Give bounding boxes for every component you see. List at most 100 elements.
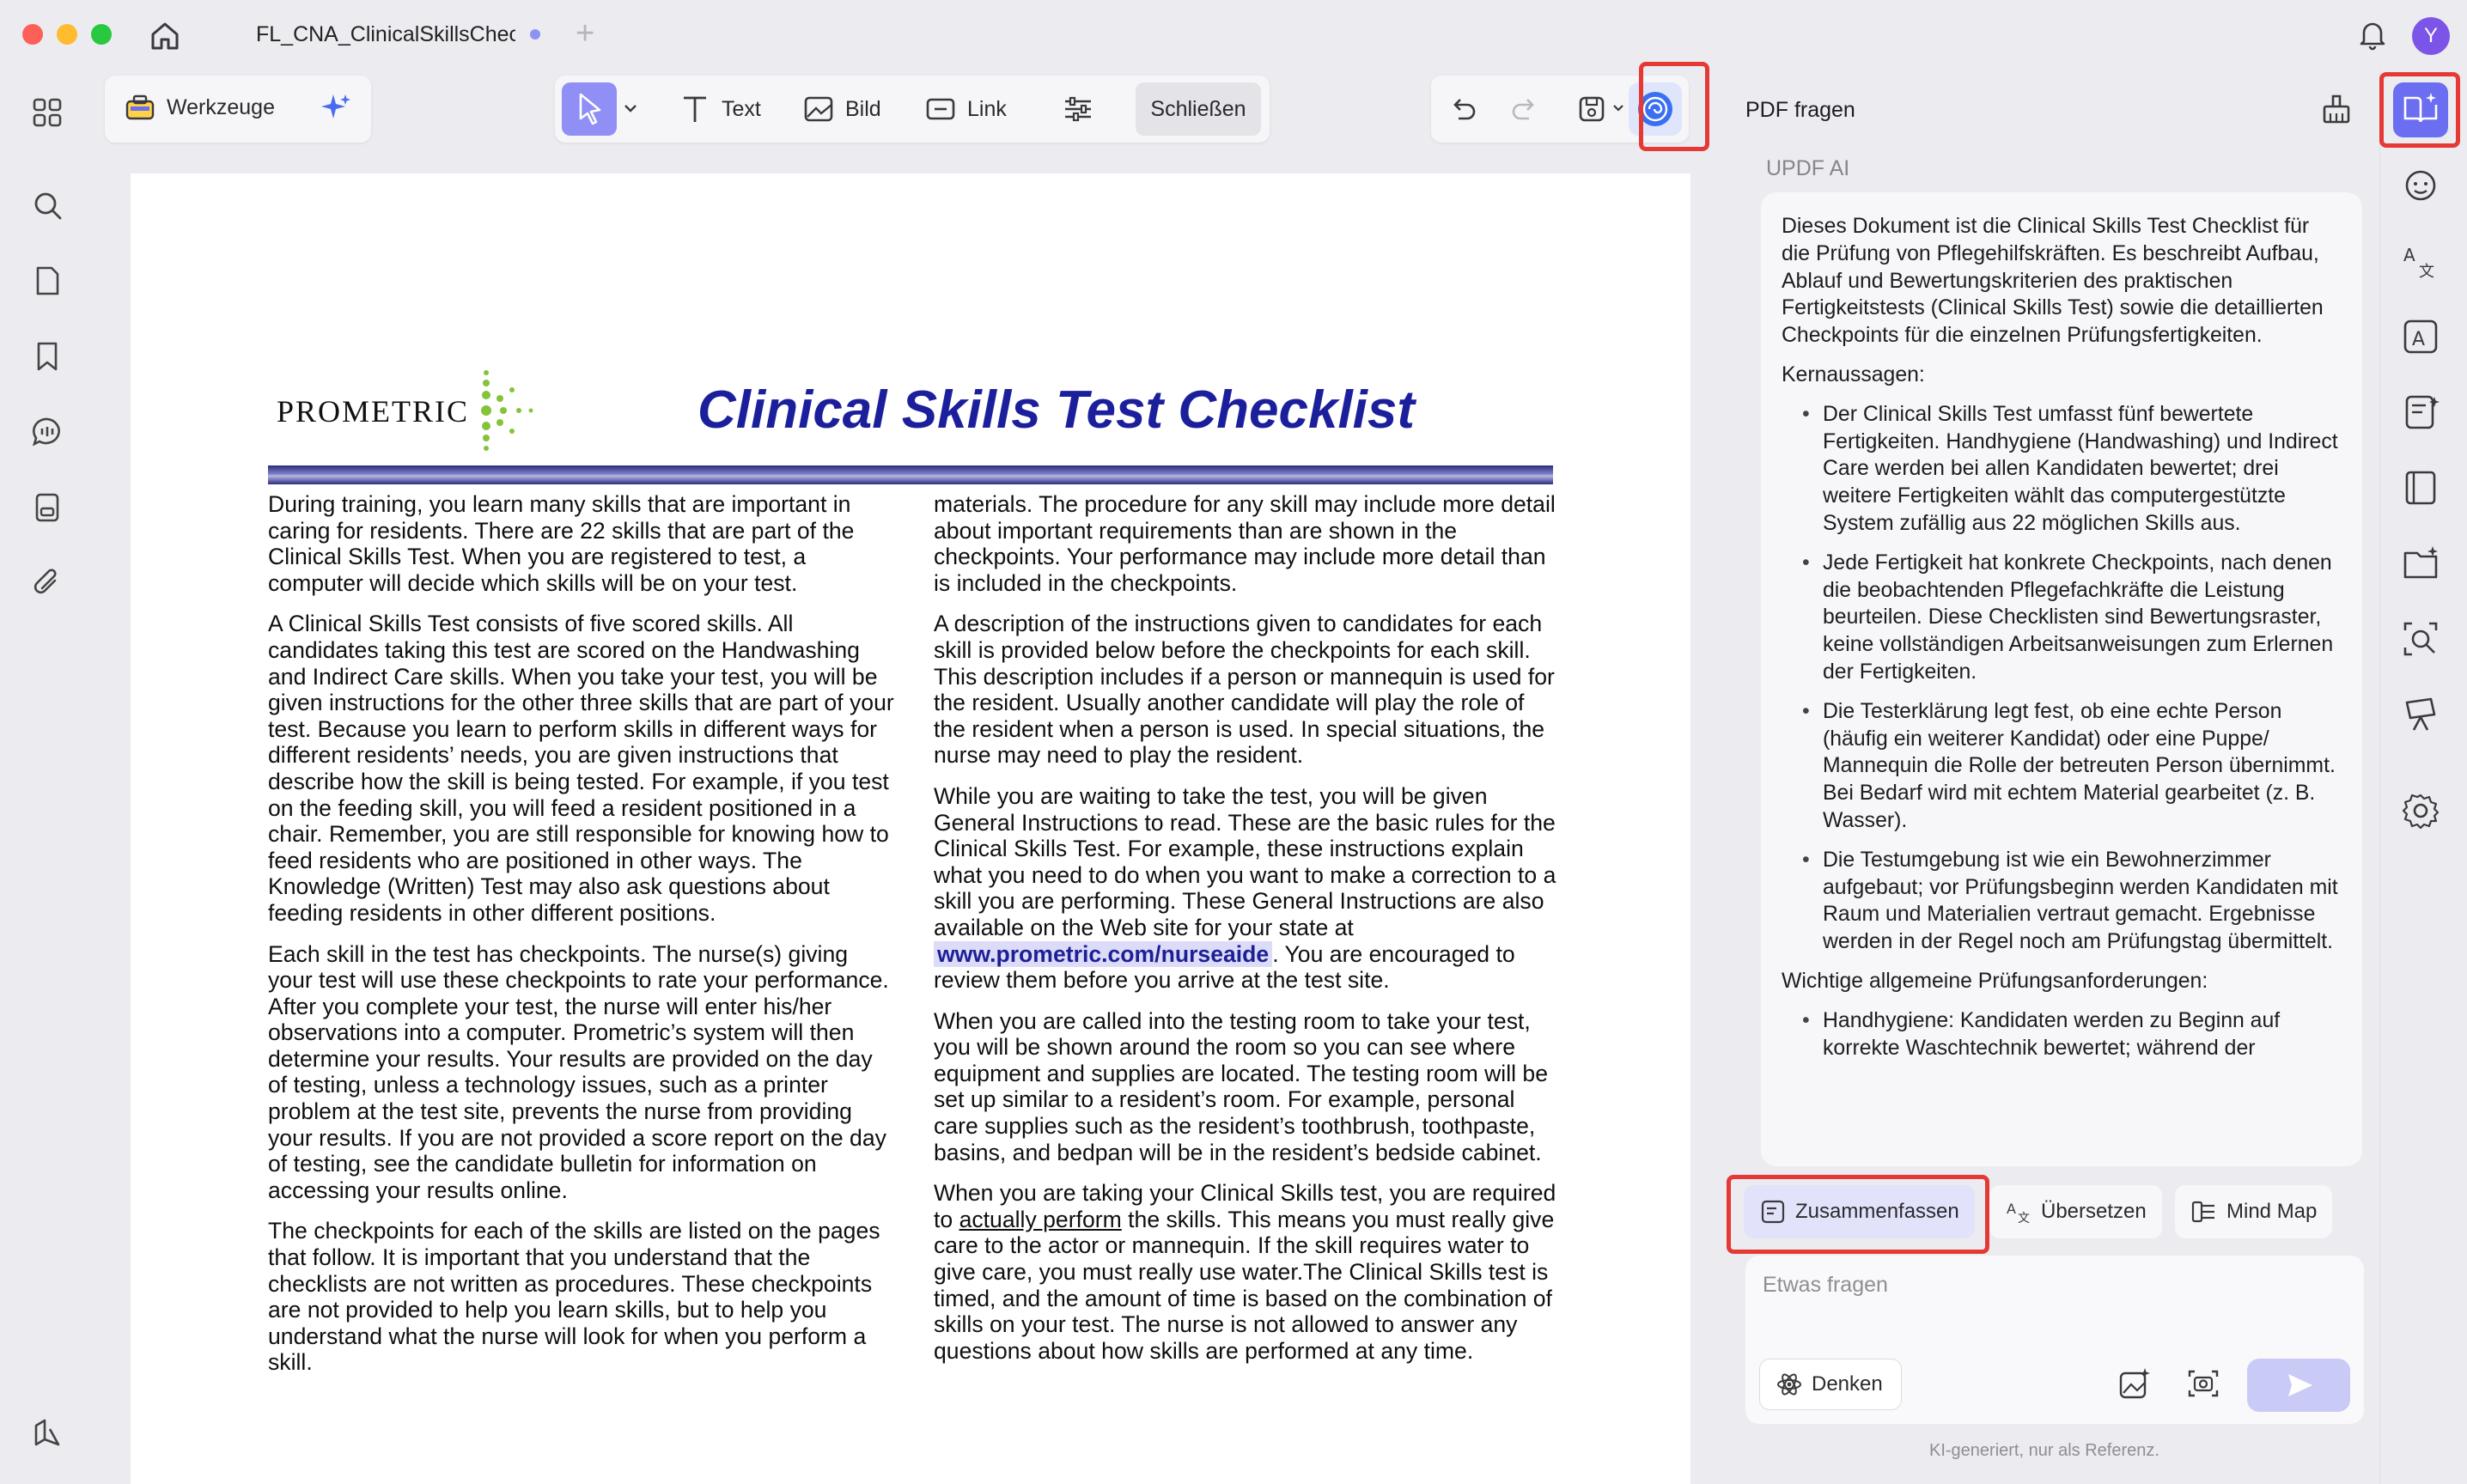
ai-key-point-2: Jede Fertigkeit hat konkrete Checkpoints…: [1802, 550, 2342, 686]
ai-sparkle-icon[interactable]: [320, 91, 352, 124]
prometric-logo-mark: [481, 370, 533, 451]
ai-sender-label: UPDF AI: [1766, 156, 1850, 180]
edit-toolbar: Text Bild Link Schließen: [555, 76, 1270, 143]
highlight-summarize: [1727, 1175, 1989, 1254]
atom-icon: [1777, 1373, 1801, 1396]
document-tab-title[interactable]: FL_CNA_ClinicalSkillsChec: [256, 22, 515, 47]
comment-icon[interactable]: [29, 414, 65, 450]
form-edit-icon[interactable]: [2400, 392, 2441, 433]
translate-label: Übersetzen: [2041, 1200, 2147, 1223]
highlight-ai-assistant: [1639, 62, 1709, 151]
left-paragraph-1: During training, you learn many skills t…: [268, 491, 855, 596]
settings-gear-icon[interactable]: [2400, 790, 2441, 831]
clear-chat-icon[interactable]: [2318, 89, 2355, 127]
highlight-ask-pdf: [2379, 72, 2460, 148]
search-scan-icon[interactable]: [2400, 618, 2441, 660]
ai-requirement-1: Handhygiene: Kandidaten werden zu Beginn…: [1802, 1007, 2342, 1062]
undo-icon[interactable]: [1447, 93, 1479, 125]
user-avatar[interactable]: Y: [2412, 17, 2450, 55]
mind-map-label: Mind Map: [2226, 1200, 2318, 1223]
ai-key-points: Der Clinical Skills Test umfasst fünf be…: [1782, 401, 2342, 956]
ai-key-heading: Kernaussagen:: [1782, 362, 1925, 386]
image-tool-label: Bild: [845, 96, 881, 121]
save-icon[interactable]: [1575, 93, 1608, 125]
search-icon[interactable]: [29, 187, 65, 223]
redo-icon[interactable]: [1508, 93, 1541, 125]
ai-panel-title: PDF fragen: [1745, 98, 1855, 122]
text-tool-button[interactable]: Text: [679, 93, 761, 125]
link-tool-button[interactable]: Link: [924, 93, 1007, 125]
send-icon: [2288, 1374, 2312, 1396]
right-tool-strip: [2379, 70, 2467, 1484]
prometric-logo-text: PROMETRIC: [277, 394, 470, 429]
link-icon: [926, 98, 955, 120]
ai-response-bubble: Dieses Dokument ist die Clinical Skills …: [1761, 192, 2362, 1166]
folder-ai-icon[interactable]: [2400, 543, 2441, 584]
bookmark-icon[interactable]: [29, 338, 65, 374]
adjust-sliders-icon[interactable]: [1062, 93, 1094, 125]
ai-requirements-list: Handhygiene: Kandidaten werden zu Beginn…: [1782, 1007, 2342, 1062]
right-paragraph-5: When you are taking your Clinical Skills…: [934, 1180, 1561, 1364]
select-tool-button[interactable]: [562, 82, 617, 136]
ai-key-point-4: Die Testumgebung ist wie ein Bewohnerzim…: [1802, 847, 2342, 956]
cursor-arrow-icon: [579, 93, 601, 125]
tools-button[interactable]: Werkzeuge: [124, 91, 275, 124]
tools-label: Werkzeuge: [167, 94, 275, 119]
send-button[interactable]: [2247, 1359, 2350, 1412]
ai-key-point-1: Der Clinical Skills Test umfasst fünf be…: [1802, 401, 2342, 538]
ai-intro: Dieses Dokument ist die Clinical Skills …: [1782, 215, 2324, 348]
title-bar: FL_CNA_ClinicalSkillsChec + Y: [0, 0, 2467, 70]
think-label: Denken: [1812, 1372, 1883, 1396]
image-tool-button[interactable]: Bild: [802, 93, 881, 125]
mind-map-button[interactable]: Mind Map: [2175, 1185, 2333, 1238]
right-paragraph-1: materials. The procedure for any skill m…: [934, 491, 1556, 596]
translate-button[interactable]: A文 Übersetzen: [1989, 1185, 2162, 1238]
chevron-down-icon[interactable]: [622, 100, 639, 117]
ai-response-text: Dieses Dokument ist die Clinical Skills …: [1782, 213, 2342, 1073]
mind-map-icon: [2191, 1201, 2214, 1223]
layers-icon[interactable]: [29, 1415, 65, 1451]
right-paragraph-3-text: While you are waiting to take the test, …: [934, 782, 1556, 940]
reader-book-icon[interactable]: [2400, 467, 2441, 508]
left-paragraph-4: The checkpoints for each of the skills a…: [268, 1218, 880, 1376]
ocr-icon[interactable]: A: [2400, 316, 2441, 357]
chatbot-icon[interactable]: [2400, 165, 2441, 206]
svg-text:A: A: [2412, 329, 2425, 350]
text-tool-label: Text: [722, 96, 761, 121]
presentation-icon[interactable]: [2400, 694, 2441, 735]
prometric-nurseaide-link[interactable]: www.prometric.com/nurseaide: [934, 940, 1273, 967]
ai-prompt-input[interactable]: Etwas fragen Denken: [1745, 1256, 2364, 1424]
attachment-icon[interactable]: [29, 565, 65, 601]
svg-text:A: A: [2007, 1201, 2016, 1217]
unsaved-indicator: [530, 29, 540, 40]
stamp-icon[interactable]: [29, 490, 65, 526]
document-title: Clinical Skills Test Checklist: [697, 380, 1416, 440]
ai-disclaimer: KI-generiert, nur als Referenz.: [1929, 1441, 2159, 1460]
left-paragraph-3: Each skill in the test has checkpoints. …: [268, 940, 889, 1203]
save-options-chevron-icon[interactable]: [1611, 101, 1625, 115]
right-paragraph-4: When you are called into the testing roo…: [934, 1007, 1549, 1165]
page-icon[interactable]: [29, 263, 65, 299]
tools-menu-group: Werkzeuge: [105, 76, 371, 143]
thumbnails-grid-icon[interactable]: [29, 94, 65, 131]
underlined-phrase: actually perform: [959, 1206, 1122, 1232]
add-image-icon[interactable]: [2117, 1365, 2153, 1402]
right-text-column: materials. The procedure for any skill m…: [934, 491, 1561, 1378]
screenshot-icon[interactable]: [2185, 1365, 2221, 1402]
ai-requirements-heading: Wichtige allgemeine Prüfungsanforderunge…: [1782, 969, 2208, 993]
title-divider-bar: [268, 465, 1553, 484]
home-icon[interactable]: [146, 17, 184, 55]
window-close-button[interactable]: [22, 24, 43, 45]
text-icon: [684, 96, 706, 122]
close-edit-button[interactable]: Schließen: [1136, 82, 1261, 136]
window-minimize-button[interactable]: [57, 24, 77, 45]
left-text-column: During training, you learn many skills t…: [268, 491, 895, 1390]
ai-key-point-3: Die Testerklärung legt fest, ob eine ech…: [1802, 698, 2342, 835]
translate-tool-icon[interactable]: A文: [2400, 240, 2441, 282]
window-zoom-button[interactable]: [91, 24, 112, 45]
ai-prompt-placeholder: Etwas fragen: [1763, 1273, 1888, 1297]
new-tab-icon[interactable]: +: [576, 15, 594, 52]
think-toggle-button[interactable]: Denken: [1759, 1359, 1902, 1410]
bell-icon[interactable]: [2355, 17, 2390, 52]
svg-text:文: 文: [2419, 263, 2434, 281]
